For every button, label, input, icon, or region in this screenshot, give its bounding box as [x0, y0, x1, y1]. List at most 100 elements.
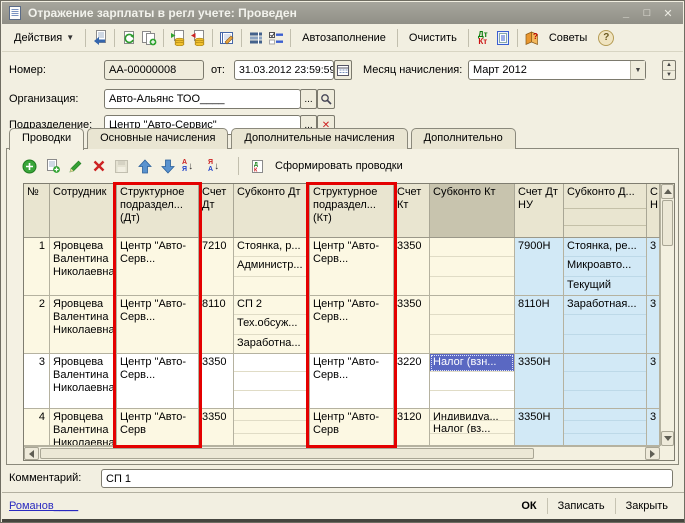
column-header-sub_kt[interactable]: Субконто Кт [430, 184, 515, 237]
subconto-line[interactable] [564, 391, 646, 408]
responsible-user-link[interactable]: Романов____ [9, 500, 78, 512]
cell-acct_kt_nu[interactable]: 3 [647, 409, 660, 445]
cell-sub_dt[interactable]: СП 2Тех.обсуж...Заработна... [234, 296, 310, 353]
cell-sub_dt_nu[interactable]: Стоянка, ре...Микроавто...Текущий [564, 238, 647, 295]
subconto-line[interactable] [430, 257, 514, 276]
cell-sub_dt_nu[interactable]: Заработная... [564, 296, 647, 353]
cell-employee[interactable]: Яровцева Валентина Николаевна [50, 296, 117, 353]
cell-acct_kt[interactable]: 3350 [394, 238, 430, 295]
autofill-button[interactable]: Автозаполнение [295, 28, 393, 48]
subconto-line[interactable] [430, 296, 514, 315]
cell-sub_kt[interactable]: Индивидуа...Налог (вз... [430, 409, 515, 445]
cell-sub_kt[interactable]: Налог (взн... [430, 354, 515, 408]
report-icon[interactable] [493, 28, 513, 48]
cell-acct_kt_nu[interactable]: 3 [647, 354, 660, 408]
subconto-line[interactable]: Текущий [564, 277, 646, 295]
subconto-line[interactable] [234, 277, 309, 295]
cell-sub_dt[interactable]: Стоянка, р...Администр... [234, 238, 310, 295]
tab-osnovnye-nachisleniya[interactable]: Основные начисления [87, 128, 228, 149]
cell-acct_kt_nu[interactable]: 3 [647, 296, 660, 353]
cell-struct_dt[interactable]: Центр "Авто-Серв [117, 409, 199, 445]
journal-icon[interactable] [217, 28, 237, 48]
subconto-line[interactable] [234, 409, 309, 421]
cell-sub_kt[interactable] [430, 296, 515, 353]
spin-up-icon[interactable]: ▲ [663, 61, 675, 71]
subconto-line[interactable] [430, 372, 514, 390]
generate-postings-icon[interactable]: ДК [249, 158, 266, 175]
cell-acct_dt[interactable]: 3350 [199, 354, 234, 408]
post-document-icon[interactable] [168, 28, 188, 48]
cell-num[interactable]: 1 [24, 238, 50, 295]
cell-acct_dt_nu[interactable]: 8110Н [515, 296, 564, 353]
cell-struct_kt[interactable]: Центр "Авто-Серв... [310, 238, 394, 295]
subconto-line[interactable]: Налог (взн... [430, 354, 514, 372]
cell-num[interactable]: 3 [24, 354, 50, 408]
close-button[interactable]: ✕ [659, 6, 677, 21]
organization-field[interactable]: Авто-Альянс ТОО____ [104, 89, 301, 109]
cell-sub_kt[interactable] [430, 238, 515, 295]
subconto-line[interactable]: Микроавто... [564, 257, 646, 276]
cell-struct_dt[interactable]: Центр "Авто-Серв... [117, 296, 199, 353]
structure-list-icon[interactable] [246, 28, 266, 48]
cell-acct_kt_nu[interactable]: 3 [647, 238, 660, 295]
scroll-left-icon[interactable] [24, 447, 39, 460]
cell-acct_kt[interactable]: 3220 [394, 354, 430, 408]
column-header-struct_kt[interactable]: Структурное подраздел... (Кт) [310, 184, 394, 237]
column-header-sub_dt[interactable]: Субконто Дт [234, 184, 310, 237]
column-header-acct_kt[interactable]: Счет Кт [394, 184, 430, 237]
tab-dopolnitelnye-nachisleniya[interactable]: Дополнительные начисления [231, 128, 407, 149]
subconto-line[interactable] [430, 238, 514, 257]
maximize-button[interactable]: □ [638, 6, 656, 21]
subconto-line[interactable]: Заработная... [564, 296, 646, 315]
ok-button[interactable]: ОК [511, 498, 546, 514]
column-header-struct_dt[interactable]: Структурное подраздел... (Дт) [117, 184, 199, 237]
advice-book-icon[interactable]: ? [522, 28, 542, 48]
cell-num[interactable]: 2 [24, 296, 50, 353]
month-spinner[interactable]: ▲ ▼ [662, 60, 676, 80]
subconto-line[interactable]: СП 2 [234, 296, 309, 315]
cell-struct_kt[interactable]: Центр "Авто-Серв... [310, 296, 394, 353]
help-icon[interactable]: ? [598, 30, 614, 46]
subconto-line[interactable] [430, 277, 514, 295]
subconto-line[interactable] [564, 421, 646, 433]
add-row-icon[interactable] [21, 158, 38, 175]
subconto-line[interactable] [564, 434, 646, 445]
column-header-sub_dt_nu[interactable]: Субконто Д... [564, 184, 647, 237]
copy-row-icon[interactable] [44, 158, 61, 175]
unpost-document-icon[interactable] [188, 28, 208, 48]
subconto-line[interactable]: Администр... [234, 257, 309, 276]
subconto-line[interactable] [564, 335, 646, 353]
tab-dopolnitelno[interactable]: Дополнительно [411, 128, 516, 149]
subconto-line[interactable] [234, 372, 309, 390]
cell-sub_dt[interactable] [234, 354, 310, 408]
calendar-button[interactable] [334, 60, 352, 80]
cell-acct_dt[interactable]: 3350 [199, 409, 234, 445]
cell-acct_dt[interactable]: 7210 [199, 238, 234, 295]
cell-employee[interactable]: Яровцева Валентина Николаевна [50, 409, 117, 445]
cell-struct_dt[interactable]: Центр "Авто-Серв... [117, 354, 199, 408]
subconto-line[interactable] [234, 421, 309, 433]
subconto-line[interactable] [234, 391, 309, 408]
dt-kt-postings-icon[interactable]: Дт Кт [473, 28, 493, 48]
cell-struct_kt[interactable]: Центр "Авто-Серв... [310, 354, 394, 408]
column-header-acct_dt[interactable]: Счет Дт [199, 184, 234, 237]
subconto-line[interactable] [234, 434, 309, 445]
move-down-icon[interactable] [159, 158, 176, 175]
column-header-acct_dt_nu[interactable]: Счет Дт НУ [515, 184, 564, 237]
vertical-scroll-thumb[interactable] [662, 200, 673, 246]
generate-postings-button[interactable]: Сформировать проводки [272, 156, 406, 176]
advice-button[interactable]: Советы [542, 28, 594, 48]
spin-down-icon[interactable]: ▼ [663, 71, 675, 80]
delete-row-icon[interactable] [90, 158, 107, 175]
column-header-num[interactable]: № [24, 184, 50, 237]
edit-row-icon[interactable] [67, 158, 84, 175]
cell-sub_dt_nu[interactable] [564, 354, 647, 408]
subconto-line[interactable]: Заработна... [234, 335, 309, 353]
subconto-line[interactable] [430, 391, 514, 408]
horizontal-scroll-thumb[interactable] [40, 448, 534, 459]
settings-list-icon[interactable] [266, 28, 286, 48]
cell-acct_dt_nu[interactable]: 7900Н [515, 238, 564, 295]
subconto-line[interactable]: Стоянка, р... [234, 238, 309, 257]
minimize-button[interactable]: _ [617, 6, 635, 21]
subconto-line[interactable] [564, 315, 646, 334]
